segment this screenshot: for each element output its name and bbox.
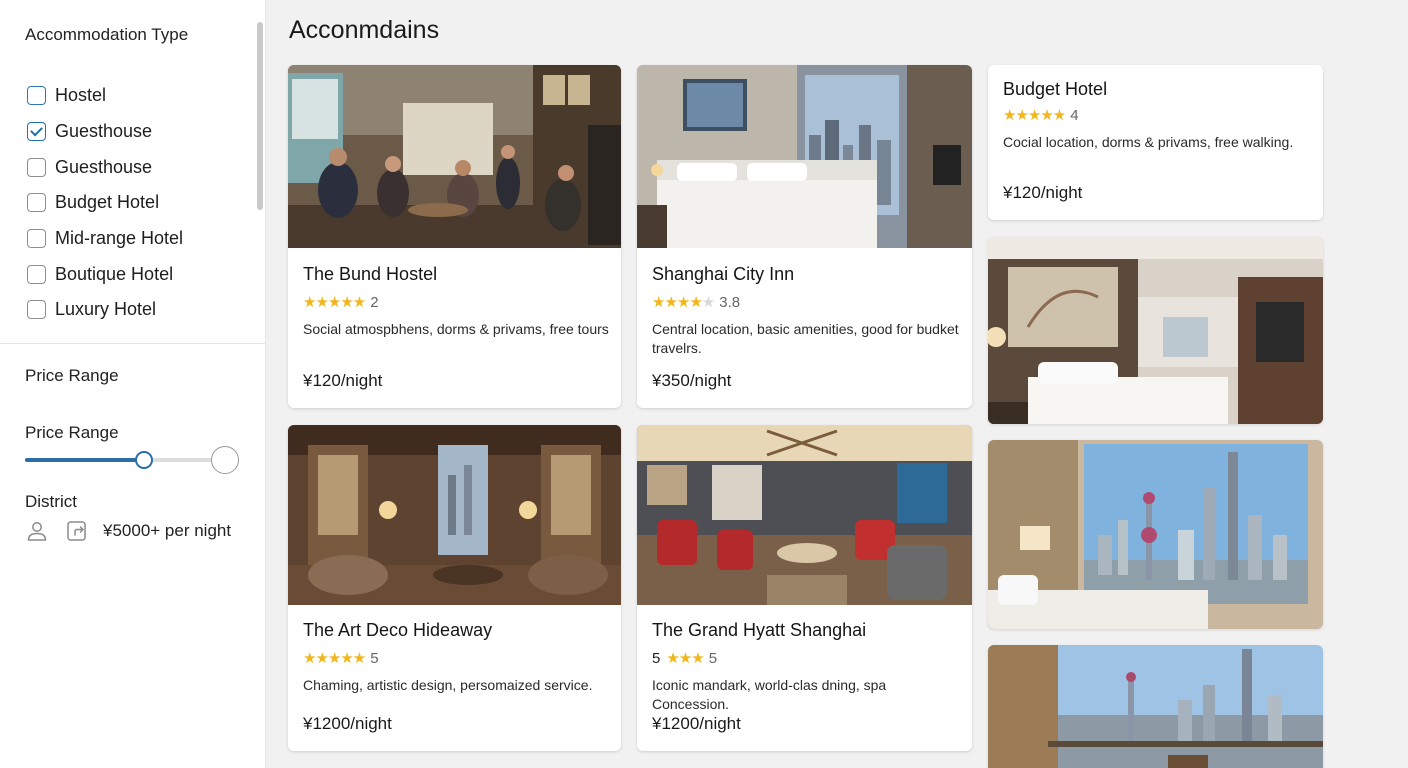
checkbox[interactable] [27,264,46,284]
rating-prefix: 5 [652,649,661,667]
card-body: The Art Deco Hideaway ★★★★★ 5 Chaming, ar… [303,620,609,695]
slider-max-handle[interactable] [211,446,239,474]
card-body: Budget Hotel ★★★★★ 4 Cocial location, dor… [1003,79,1311,152]
checkbox[interactable] [27,86,46,106]
card-price: ¥1200/night [652,714,741,733]
accommodation-card[interactable]: Shanghai City Inn ★★★★★ 3.8 Central locat… [637,65,972,408]
checkbox[interactable] [27,193,46,213]
skyline-room-photo[interactable] [988,440,1323,629]
card-description: Iconic mandark, world-clas dning, spa Co… [652,677,887,712]
filter-option-hostel[interactable]: Hostel [27,78,183,114]
accommodation-card[interactable]: The Bund Hostel ★★★★★ 2 Social atmospbhen… [288,65,621,408]
grand-lounge-photo [637,425,972,605]
share-icon[interactable] [65,519,89,543]
price-range-slider[interactable] [25,446,239,474]
hotel-bedroom-photo [637,65,972,248]
card-price: ¥350/night [652,371,732,390]
rating-value: 5 [370,649,379,667]
district-heading: District [25,492,77,511]
district-filter-row: ¥5000+ per night [25,519,231,543]
hotel-suite-photo[interactable] [988,237,1323,424]
filter-option-guesthouse-2[interactable]: Guesthouse [27,149,183,185]
card-description: Chaming, artistic design, persomaized se… [303,677,593,693]
card-price: ¥1200/night [303,714,392,733]
filter-option-label: Luxury Hotel [55,299,157,320]
sidebar-divider [0,343,265,344]
filter-option-label: Budget Hotel [55,192,160,213]
filter-option-luxury-hotel[interactable]: Luxury Hotel [27,292,183,328]
card-title[interactable]: The Grand Hyatt Shanghai [652,620,960,641]
price-range-heading: Price Range [25,366,119,385]
card-description: Central location, basic amenities, good … [652,321,959,356]
filter-option-budget-hotel[interactable]: Budget Hotel [27,185,183,221]
accommodation-card[interactable]: The Grand Hyatt Shanghai 5 ★★★ 5 Iconic ma… [637,425,972,751]
filter-sidebar: Accommodation Type Hostel Guesthouse Gue… [0,0,266,768]
price-range-label: Price Range [25,423,119,442]
star-rating-icon: ★★★★★ [303,650,366,667]
card-description: Social atmospbhens, dorms & privams, fre… [303,321,609,337]
rating-value: 5 [708,649,718,667]
filter-option-boutique-hotel[interactable]: Boutique Hotel [27,256,183,292]
star-rating-icon: ★★★ [666,650,704,667]
card-rating: ★★★★★ 2 [303,293,609,312]
filter-option-mid-range-hotel[interactable]: Mid-range Hotel [27,221,183,257]
district-price-value: ¥5000+ per night [103,521,232,540]
checkbox[interactable] [27,157,46,177]
accommodation-type-heading: Accommodation Type [25,25,189,44]
filter-option-label: Boutique Hotel [55,263,174,284]
user-icon[interactable] [25,519,49,543]
sidebar-scrollbar[interactable] [257,22,263,210]
card-price: ¥120/night [1003,183,1083,202]
card-title[interactable]: The Art Deco Hideaway [303,620,609,641]
filter-option-label: Guesthouse [55,121,153,142]
card-description: Cocial location, dorms & privams, free w… [1003,134,1294,150]
skyline-view-photo[interactable] [988,645,1323,768]
card-rating: ★★★★★ 5 [303,649,609,668]
checkbox[interactable] [27,229,46,249]
slider-fill [25,458,144,462]
filter-option-label: Guesthouse [55,156,153,177]
card-price: ¥120/night [303,371,383,390]
card-body: The Bund Hostel ★★★★★ 2 Social atmospbhen… [303,264,609,339]
star-rating-icon: ★★★★★ [652,294,715,311]
card-body: The Grand Hyatt Shanghai 5 ★★★ 5 Iconic ma… [652,620,960,714]
card-body: Shanghai City Inn ★★★★★ 3.8 Central locat… [652,264,960,358]
art-deco-lobby-photo [288,425,621,605]
accommodation-card[interactable]: Budget Hotel ★★★★★ 4 Cocial location, dor… [988,65,1323,220]
hostel-lounge-photo [288,65,621,248]
card-rating: ★★★★★ 3.8 [652,293,960,312]
card-title[interactable]: The Bund Hostel [303,264,609,285]
page-title: Acconmdains [289,16,440,44]
filter-option-guesthouse[interactable]: Guesthouse [27,114,183,150]
checkbox[interactable] [27,300,46,320]
star-rating-icon: ★★★★★ [303,294,366,311]
filter-option-label: Mid-range Hotel [55,228,184,249]
star-rating-icon: ★★★★★ [1003,107,1066,124]
card-rating: 5 ★★★ 5 [652,649,960,668]
card-title[interactable]: Shanghai City Inn [652,264,960,285]
accommodation-type-list: Hostel Guesthouse Guesthouse Budget Hote… [27,78,183,328]
checkbox-checked[interactable] [27,122,46,142]
rating-value: 3.8 [719,293,741,311]
card-title[interactable]: Budget Hotel [1003,79,1311,100]
filter-option-label: Hostel [55,85,107,106]
rating-value: 2 [370,293,379,311]
accommodation-card[interactable]: The Art Deco Hideaway ★★★★★ 5 Chaming, ar… [288,425,621,751]
rating-value: 4 [1070,106,1079,124]
card-rating: ★★★★★ 4 [1003,106,1311,125]
slider-min-handle[interactable] [135,451,153,469]
